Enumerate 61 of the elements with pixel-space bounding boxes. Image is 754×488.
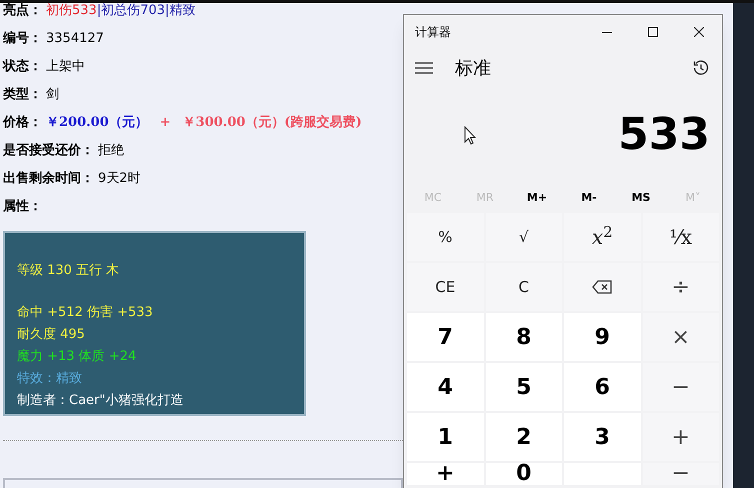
calculator-key[interactable]: ⅟x [642,213,719,261]
highlight-text: |初总伤703|精致 [96,2,196,20]
attribute-line: 特效：精致 [17,370,83,388]
field-value: 剑 [46,86,59,104]
backspace-icon [592,280,612,294]
attribute-line: 制造者：Caer"小猪强化打造 [17,392,184,410]
maximize-icon [648,27,658,37]
calculator-key[interactable]: x$^{2}$ [564,213,640,261]
calculator-key[interactable]: 5 [486,363,562,411]
calculator-key[interactable]: CE [407,263,484,311]
attribute-line: 等级 130 五行 木 [17,262,120,280]
calculator-key[interactable]: + [407,463,484,485]
mouse-pointer-icon [464,126,476,144]
field-label: 状态： [3,58,42,76]
calculator-key[interactable]: 6 [564,363,640,411]
memory-button[interactable]: M- [563,190,615,206]
calculator-key[interactable]: − [642,363,719,411]
history-button[interactable] [693,59,711,77]
history-icon [693,60,709,76]
field-label: 属性： [3,198,42,216]
attribute-line: 耐久度 495 [17,326,86,344]
calculator-key[interactable]: 3 [564,413,640,461]
field-label: 出售剩余时间： [3,170,94,188]
calculator-key[interactable]: % [407,213,484,261]
price-text: ￥300.00（元）(跨服交易费) [182,114,362,132]
display-value: 533 [618,108,710,162]
calculator-key[interactable]: + [642,413,719,461]
calculator-key[interactable]: ÷ [642,263,719,311]
calculator-key[interactable]: − [642,463,719,485]
calculator-key[interactable] [564,263,640,311]
calculator-key[interactable]: √ [486,213,562,261]
calculator-key[interactable]: C [486,263,562,311]
field-value: 9天2时 [98,170,141,188]
menu-button[interactable] [415,61,433,75]
calculator-key[interactable]: 1 [407,413,484,461]
price-text: ￥200.00（元） [46,114,148,132]
calculator-key[interactable]: 2 [486,413,562,461]
field-label: 类型： [3,86,42,104]
field-label: 编号： [3,30,42,48]
attribute-line: 魔力 +13 体质 +24 [17,348,138,366]
field-label: 是否接受还价： [3,142,94,160]
window-title: 计算器 [415,24,451,41]
field-label: 亮点： [3,2,42,20]
field-label: 价格： [3,114,42,132]
memory-button[interactable]: M+ [511,190,563,206]
mode-title: 标准 [455,56,491,80]
memory-button[interactable]: MS [615,190,667,206]
calculator-key[interactable]: 4 [407,363,484,411]
field-value: 上架中 [46,58,85,76]
calculator-key[interactable]: 0 [486,463,562,485]
field-value: 3354127 [46,30,104,48]
highlight-text: 初伤533 [46,2,97,20]
calculator-key[interactable]: 7 [407,313,484,361]
field-value: 拒绝 [98,142,124,160]
close-icon [694,27,704,37]
price-text: + [160,114,171,132]
menu-icon [415,62,433,74]
calculator-key[interactable]: 9 [564,313,640,361]
calculator-key[interactable]: 8 [486,313,562,361]
calculator-key[interactable]: × [642,313,719,361]
attribute-line: 命中 +512 伤害 +533 [17,304,154,322]
